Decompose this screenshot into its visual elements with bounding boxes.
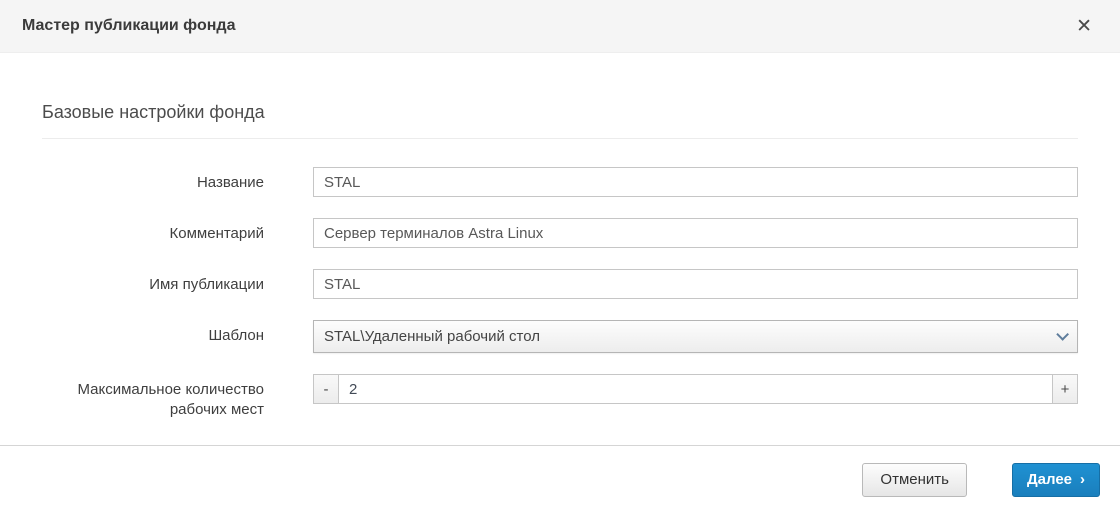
template-label: Шаблон bbox=[42, 320, 264, 346]
publication-name-label: Имя публикации bbox=[42, 269, 264, 295]
max-workplaces-label: Максимальное количество рабочих мест bbox=[42, 374, 264, 421]
close-icon[interactable]: ✕ bbox=[1070, 13, 1098, 40]
next-button-label: Далее bbox=[1027, 471, 1072, 488]
section-divider bbox=[42, 138, 1078, 139]
stepper-decrement-button[interactable]: - bbox=[313, 374, 339, 404]
comment-control-wrap bbox=[313, 218, 1078, 248]
section-title: Базовые настройки фонда bbox=[42, 102, 1078, 123]
name-input[interactable] bbox=[313, 167, 1078, 197]
form-row-max-workplaces: Максимальное количество рабочих мест - + bbox=[42, 374, 1078, 421]
dialog-header: Мастер публикации фонда ✕ bbox=[0, 0, 1120, 53]
publication-name-input[interactable] bbox=[313, 269, 1078, 299]
chevron-right-icon: › bbox=[1080, 472, 1085, 487]
template-selected-value: STAL\Удаленный рабочий стол bbox=[324, 328, 540, 345]
template-select[interactable]: STAL\Удаленный рабочий стол bbox=[313, 320, 1078, 353]
form-row-comment: Комментарий bbox=[42, 218, 1078, 248]
dialog-title: Мастер публикации фонда bbox=[22, 17, 235, 35]
chevron-down-icon bbox=[1056, 328, 1069, 341]
max-workplaces-input[interactable] bbox=[339, 374, 1052, 404]
comment-input[interactable] bbox=[313, 218, 1078, 248]
max-workplaces-stepper: - + bbox=[313, 374, 1078, 404]
cancel-button[interactable]: Отменить bbox=[862, 463, 967, 497]
dialog-body: Базовые настройки фонда Название Коммент… bbox=[0, 53, 1120, 445]
name-control-wrap bbox=[313, 167, 1078, 197]
publication-name-control-wrap bbox=[313, 269, 1078, 299]
stepper-increment-button[interactable]: + bbox=[1052, 374, 1078, 404]
template-control-wrap: STAL\Удаленный рабочий стол bbox=[313, 320, 1078, 353]
form-row-template: Шаблон STAL\Удаленный рабочий стол bbox=[42, 320, 1078, 353]
fund-publication-wizard-dialog: Мастер публикации фонда ✕ Базовые настро… bbox=[0, 0, 1120, 513]
name-label: Название bbox=[42, 167, 264, 193]
max-workplaces-control-wrap: - + bbox=[313, 374, 1078, 404]
next-button[interactable]: Далее › bbox=[1012, 463, 1100, 497]
dialog-footer: Отменить Далее › bbox=[0, 445, 1120, 513]
form-row-name: Название bbox=[42, 167, 1078, 197]
comment-label: Комментарий bbox=[42, 218, 264, 244]
form-row-publication-name: Имя публикации bbox=[42, 269, 1078, 299]
